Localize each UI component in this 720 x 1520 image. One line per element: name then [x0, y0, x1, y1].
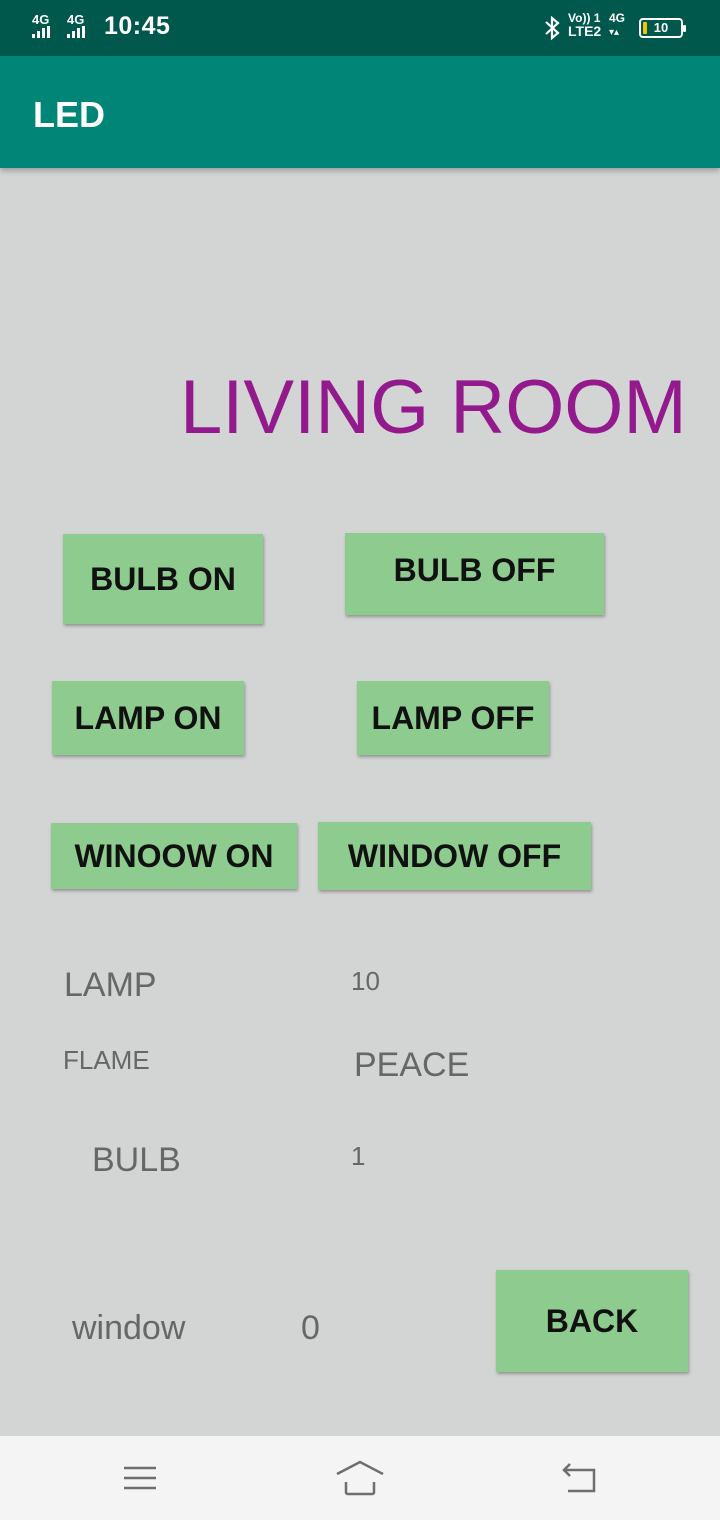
room-title: LIVING ROOM [180, 365, 687, 450]
data-arrows-icon: ▾▴ [609, 27, 620, 38]
clock: 10:45 [104, 12, 171, 40]
battery-level: 10 [653, 20, 669, 35]
navigation-bar [0, 1436, 720, 1520]
bulb-on-button[interactable]: BULB ON [63, 534, 263, 624]
home-icon[interactable] [332, 1454, 388, 1502]
back-icon[interactable] [556, 1454, 604, 1502]
lamp-off-button[interactable]: LAMP OFF [357, 681, 549, 755]
window-label: window [72, 1309, 186, 1347]
bluetooth-icon [545, 16, 560, 40]
lamp-on-button[interactable]: LAMP ON [52, 681, 244, 755]
bulb-label: BULB [92, 1141, 181, 1179]
window-on-button[interactable]: WINOOW ON [51, 823, 297, 889]
lte-label: LTE2 [568, 23, 602, 39]
battery-icon: 10 [639, 18, 686, 38]
lamp-value: 10 [351, 966, 380, 996]
network-type-right: 4G ▾▴ [609, 12, 625, 39]
network-right-label: 4G [609, 11, 626, 25]
flame-value: PEACE [354, 1046, 470, 1084]
window-value: 0 [301, 1309, 320, 1347]
flame-label: FLAME [63, 1045, 150, 1075]
volte-indicator: Vo)) 1 LTE2 [568, 12, 601, 39]
app-title: LED [33, 94, 105, 135]
status-bar: 4G 4G 10:45 Vo)) 1 LTE2 4G ▾▴ 10 [0, 0, 720, 56]
back-button[interactable]: BACK [496, 1270, 688, 1372]
signal-icon-sim2 [67, 26, 85, 38]
app-bar: LED [0, 56, 720, 168]
window-off-button[interactable]: WINDOW OFF [318, 822, 591, 890]
network-type-sim2: 4G [67, 12, 85, 27]
bulb-value: 1 [351, 1141, 366, 1171]
bulb-off-button[interactable]: BULB OFF [345, 533, 604, 615]
network-type-sim1: 4G [32, 12, 50, 27]
lamp-label: LAMP [64, 966, 157, 1004]
menu-icon[interactable] [116, 1454, 164, 1502]
signal-icon-sim1 [32, 26, 50, 38]
